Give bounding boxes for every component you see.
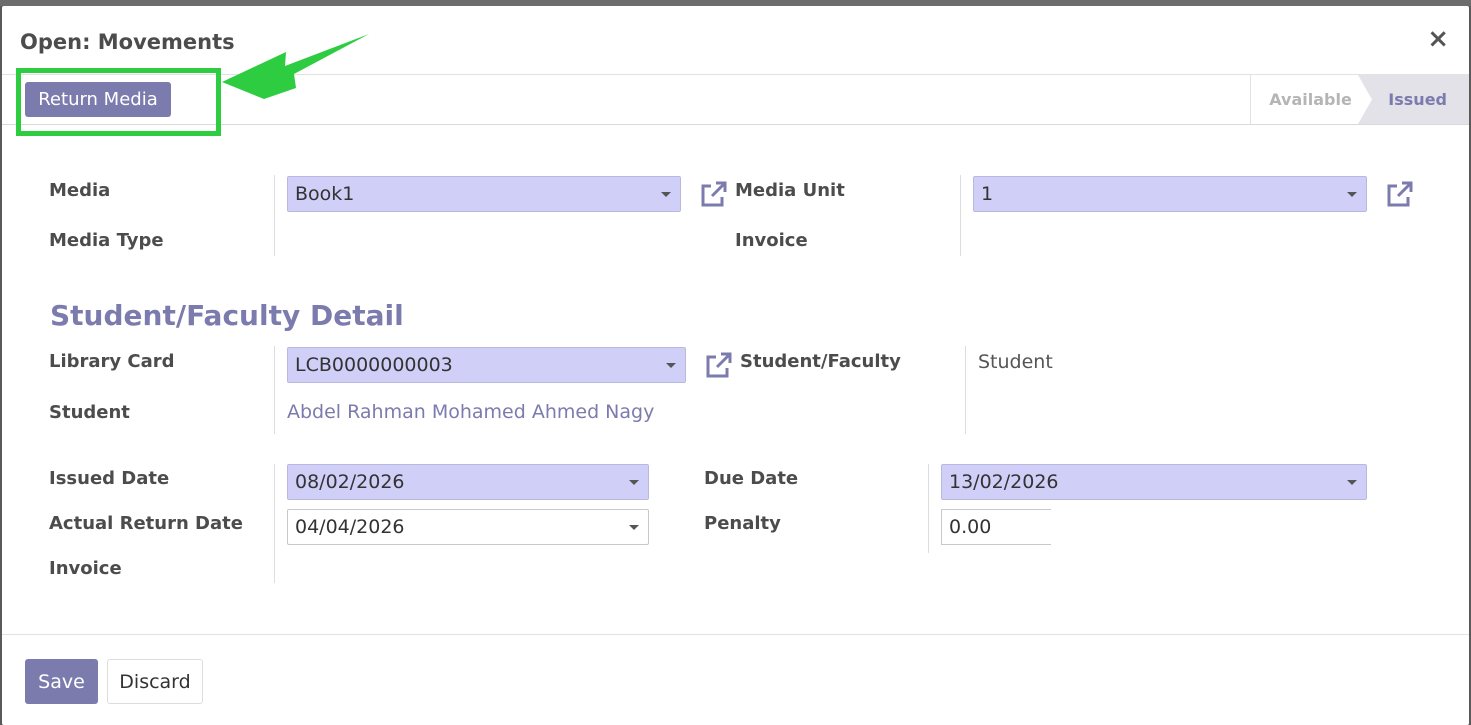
movements-dialog: Open: Movements × Return Media Available… bbox=[2, 6, 1469, 725]
divider bbox=[928, 464, 929, 553]
media-value: Book1 bbox=[295, 183, 355, 205]
media-type-label: Media Type bbox=[49, 230, 164, 251]
library-card-label: Library Card bbox=[49, 351, 175, 372]
caret-down-icon bbox=[661, 192, 671, 197]
divider bbox=[960, 175, 961, 256]
actual-return-date-label: Actual Return Date bbox=[49, 513, 243, 534]
student-faculty-label: Student/Faculty bbox=[740, 351, 901, 372]
invoice-label-top: Invoice bbox=[735, 230, 808, 251]
due-date-value: 13/02/2026 bbox=[949, 471, 1059, 493]
media-unit-value: 1 bbox=[981, 183, 994, 205]
caret-down-icon bbox=[1347, 480, 1357, 485]
stage-issued[interactable]: Issued bbox=[1358, 75, 1469, 124]
due-date-label: Due Date bbox=[704, 468, 799, 489]
issued-date-value: 08/02/2026 bbox=[295, 471, 405, 493]
due-date-input[interactable]: 13/02/2026 bbox=[941, 464, 1367, 500]
penalty-label: Penalty bbox=[704, 513, 781, 534]
divider bbox=[965, 346, 966, 434]
external-link-icon[interactable] bbox=[698, 180, 728, 210]
caret-down-icon bbox=[629, 480, 639, 485]
student-link[interactable]: Abdel Rahman Mohamed Ahmed Nagy bbox=[287, 401, 654, 423]
close-icon[interactable]: × bbox=[1427, 24, 1449, 54]
media-label: Media bbox=[49, 180, 111, 201]
caret-down-icon bbox=[1347, 192, 1357, 197]
save-button[interactable]: Save bbox=[25, 659, 98, 704]
invoice-label: Invoice bbox=[49, 558, 122, 579]
stage-available[interactable]: Available bbox=[1250, 75, 1370, 124]
caret-down-icon bbox=[629, 525, 639, 530]
media-select[interactable]: Book1 bbox=[287, 176, 681, 212]
actual-return-date-input[interactable]: 04/04/2026 bbox=[287, 509, 649, 545]
actual-return-date-value: 04/04/2026 bbox=[295, 516, 405, 538]
library-card-value: LCB0000000003 bbox=[295, 354, 453, 376]
footer-divider bbox=[2, 634, 1469, 635]
annotation-arrow bbox=[222, 34, 369, 99]
external-link-icon[interactable] bbox=[1384, 180, 1414, 210]
issued-date-label: Issued Date bbox=[49, 468, 170, 489]
penalty-input[interactable]: 0.00 bbox=[941, 509, 1051, 545]
student-label: Student bbox=[49, 402, 130, 423]
stage-bar: Available Issued bbox=[1250, 75, 1469, 124]
media-unit-select[interactable]: 1 bbox=[973, 176, 1367, 212]
student-faculty-value: Student bbox=[978, 351, 1053, 373]
divider bbox=[274, 346, 275, 434]
divider bbox=[274, 464, 275, 583]
external-link-icon[interactable] bbox=[703, 351, 733, 381]
caret-down-icon bbox=[666, 363, 676, 368]
issued-date-input[interactable]: 08/02/2026 bbox=[287, 464, 649, 500]
discard-button[interactable]: Discard bbox=[107, 659, 203, 704]
library-card-select[interactable]: LCB0000000003 bbox=[287, 347, 686, 383]
section-title: Student/Faculty Detail bbox=[50, 299, 404, 332]
divider bbox=[274, 175, 275, 256]
media-unit-label: Media Unit bbox=[735, 180, 845, 201]
